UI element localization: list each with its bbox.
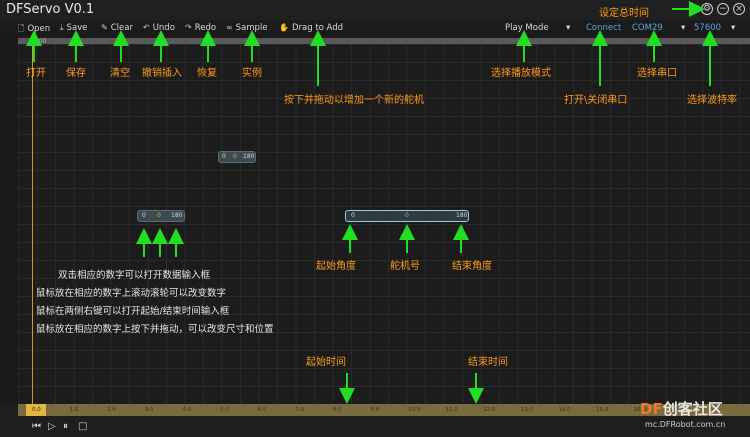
annotation-start-angle: 起始角度 bbox=[316, 261, 356, 272]
annotation-open: 打开 bbox=[26, 68, 46, 79]
tip-line: 鼠标在两侧右键可以打开起始/结束时间输入框 bbox=[36, 306, 230, 317]
annotation-select-baud: 选择波特率 bbox=[687, 95, 737, 106]
annotation-end-angle: 结束角度 bbox=[452, 261, 492, 272]
annotation-end-time: 结束时间 bbox=[468, 357, 508, 368]
timeline-tick-label: 1.0 bbox=[69, 407, 79, 413]
timeline-tick-label: 3.0 bbox=[144, 407, 154, 413]
timeline-tick-label: 2.0 bbox=[107, 407, 116, 413]
timeline-tick-label: 8.0 bbox=[332, 407, 342, 413]
timeline-tick-label: 0.0 bbox=[32, 407, 41, 413]
timeline-tick-label: 6.0 bbox=[257, 407, 267, 413]
timeline-tick-label: 4.0 bbox=[182, 407, 192, 413]
tip-line: 鼠标放在相应的数字上按下并拖动，可以改变尺寸和位置 bbox=[36, 324, 274, 335]
annotation-servo-number: 舵机号 bbox=[390, 261, 420, 272]
annotation-set-total-time: 设定总时间 bbox=[599, 8, 649, 19]
annotation-select-play-mode: 选择播放模式 bbox=[491, 68, 551, 79]
annotation-example: 实例 bbox=[242, 68, 262, 79]
timeline-tick-label: 7.0 bbox=[295, 407, 304, 413]
watermark-logo: DF创客社区 bbox=[640, 398, 723, 419]
watermark-brand-df: DF bbox=[640, 400, 663, 418]
tip-line: 双击相应的数字可以打开数据输入框 bbox=[58, 270, 211, 281]
timeline-tick-label: 14.0 bbox=[558, 407, 571, 413]
timeline-tick-label: 11.0 bbox=[445, 407, 458, 413]
annotation-select-serial: 选择串口 bbox=[637, 68, 677, 79]
timeline-tick-label: 9.0 bbox=[370, 407, 380, 413]
annotation-clear: 清空 bbox=[110, 68, 130, 79]
watermark-brand-cn: 创客社区 bbox=[662, 400, 723, 418]
stop-icon[interactable]: □ bbox=[78, 421, 87, 432]
annotation-start-time: 起始时间 bbox=[306, 357, 346, 368]
play-icon[interactable]: ▷ bbox=[48, 421, 56, 432]
watermark-url: mc.DFRobot.com.cn bbox=[645, 420, 726, 429]
pause-icon[interactable]: ⏸ bbox=[63, 421, 68, 432]
playback-bar: ⏮ ▷ ⏸ □ bbox=[0, 416, 750, 437]
timeline-tick-label: 5.0 bbox=[220, 407, 229, 413]
annotation-drag-add: 按下并拖动以增加一个新的舵机 bbox=[284, 95, 424, 106]
tip-line: 鼠标放在相应的数字上滚动滚轮可以改变数字 bbox=[36, 288, 227, 299]
timeline-tick-label: 12.0 bbox=[483, 407, 496, 413]
annotation-open-close-serial: 打开\关闭串口 bbox=[564, 95, 628, 106]
annotation-undo-insert: 撤销插入 bbox=[142, 68, 182, 79]
timeline-tick-label: 10.0 bbox=[408, 407, 421, 413]
timeline-tick-label: 15.0 bbox=[596, 407, 609, 413]
annotation-save: 保存 bbox=[66, 68, 86, 79]
timeline-tick-label: 13.0 bbox=[520, 407, 534, 413]
annotation-restore: 恢复 bbox=[197, 68, 217, 79]
skip-back-icon[interactable]: ⏮ bbox=[32, 421, 41, 432]
